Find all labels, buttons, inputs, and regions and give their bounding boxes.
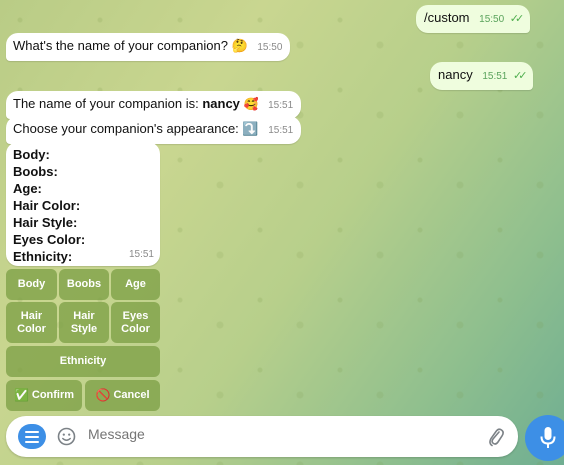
smiling-hearts-emoji-icon: 🥰 — [243, 97, 259, 111]
message-text: nancy — [438, 67, 473, 82]
companion-name: nancy — [202, 96, 240, 111]
field-hair-color: Hair Color: — [13, 198, 81, 213]
age-button[interactable]: Age — [111, 269, 160, 300]
message-time: 15:51 — [128, 249, 154, 260]
message-text: What's the name of your companion? 🤔 — [13, 38, 248, 53]
ethnicity-button[interactable]: Ethnicity — [6, 346, 160, 377]
microphone-icon[interactable] — [525, 415, 564, 461]
read-ticks-icon: ✓✓ — [509, 13, 525, 25]
message-text: The name of your companion is: — [13, 96, 203, 111]
field-age: Age: — [13, 181, 42, 196]
message-text: Choose your companion's appearance: ⤵️ — [13, 121, 259, 136]
message-time: 15:50 — [479, 14, 505, 25]
outgoing-message[interactable]: nancy 15:51 ✓✓ — [430, 62, 534, 90]
menu-icon[interactable] — [18, 424, 46, 449]
check-mark-icon: ✅ — [13, 388, 29, 402]
body-button[interactable]: Body — [6, 269, 57, 300]
message-composer — [6, 416, 518, 457]
message-time: 15:51 — [268, 125, 294, 136]
confirm-button[interactable]: ✅ Confirm — [6, 380, 82, 411]
outgoing-message[interactable]: /custom 15:50 ✓✓ — [416, 5, 531, 33]
message-time: 15:51 — [482, 71, 508, 82]
message-time: 15:50 — [257, 42, 283, 53]
incoming-message[interactable]: Choose your companion's appearance: ⤵️ 1… — [6, 116, 302, 144]
incoming-message[interactable]: The name of your companion is: nancy 🥰 1… — [6, 91, 302, 119]
read-ticks-icon: ✓✓ — [512, 70, 528, 82]
field-body: Body: — [13, 147, 50, 162]
field-hair-style: Hair Style: — [13, 215, 78, 230]
paperclip-icon[interactable] — [487, 426, 505, 448]
cancel-label: Cancel — [113, 389, 150, 401]
field-boobs: Boobs: — [13, 164, 58, 179]
boobs-button[interactable]: Boobs — [59, 269, 109, 300]
eyes-color-button[interactable]: Eyes Color — [111, 302, 160, 343]
cancel-button[interactable]: 🚫 Cancel — [85, 380, 160, 411]
emoji-icon[interactable] — [57, 427, 76, 446]
hair-color-button[interactable]: Hair Color — [6, 302, 57, 343]
message-input[interactable] — [88, 426, 468, 442]
message-text: /custom — [424, 10, 470, 25]
confirm-label: Confirm — [31, 389, 75, 401]
prohibited-icon: 🚫 — [95, 388, 111, 402]
appearance-card[interactable]: Body: Boobs: Age: Hair Color: Hair Style… — [6, 142, 160, 266]
hair-style-button[interactable]: Hair Style — [59, 302, 109, 343]
message-time: 15:51 — [268, 100, 294, 111]
incoming-message[interactable]: What's the name of your companion? 🤔 15:… — [6, 33, 291, 61]
